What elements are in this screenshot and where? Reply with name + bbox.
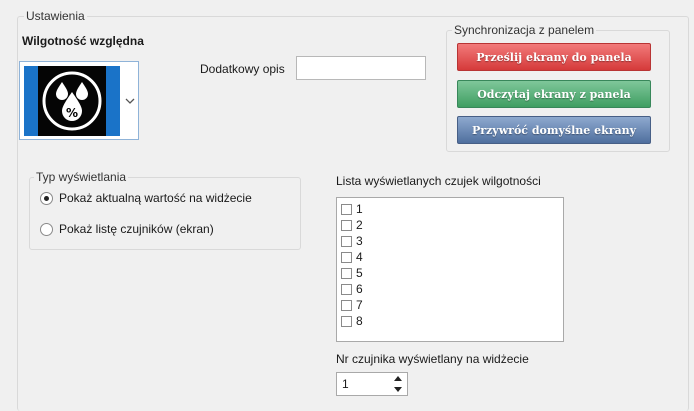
radio-label: Pokaż listę czujników (ekran) [59, 222, 214, 236]
sensor-list-label: Lista wyświetlanych czujek wilgotności [336, 174, 541, 188]
checkbox[interactable] [341, 299, 352, 311]
arrow-down-icon[interactable] [394, 387, 402, 392]
send-screens-button[interactable]: Prześlij ekrany do panela [457, 43, 651, 71]
read-screens-button[interactable]: Odczytaj ekrany z panela [457, 80, 651, 108]
icon-selector[interactable]: % [19, 61, 139, 140]
radio-button[interactable] [40, 222, 53, 236]
checkbox[interactable] [341, 219, 352, 231]
list-item[interactable]: 6 [341, 281, 559, 297]
sync-legend: Synchronizacja z panelem [452, 23, 597, 37]
radio-label: Pokaż aktualną wartość na widżecie [59, 191, 252, 205]
checkbox[interactable] [341, 267, 352, 279]
extra-description-label: Dodatkowy opis [200, 62, 285, 76]
checkbox[interactable] [341, 203, 352, 215]
checkbox[interactable] [341, 283, 352, 295]
stepper-value: 1 [342, 377, 349, 391]
radio-show-sensor-list[interactable]: Pokaż listę czujników (ekran) [40, 222, 214, 236]
list-item[interactable]: 7 [341, 297, 559, 313]
display-type-legend: Typ wyświetlania [34, 170, 129, 184]
extra-description-input[interactable] [296, 56, 426, 80]
list-item[interactable]: 5 [341, 265, 559, 281]
page-title: Wilgotność względna [22, 34, 144, 48]
checkbox[interactable] [341, 235, 352, 247]
radio-show-current-value[interactable]: Pokaż aktualną wartość na widżecie [40, 191, 252, 205]
icon-preview: % [24, 66, 120, 136]
radio-button[interactable] [40, 191, 53, 205]
checkbox[interactable] [341, 315, 352, 327]
sensor-list[interactable]: 1 2 3 4 5 6 7 8 [336, 197, 564, 342]
settings-legend: Ustawienia [24, 9, 87, 23]
list-item[interactable]: 4 [341, 249, 559, 265]
restore-default-screens-button[interactable]: Przywróć domyślne ekrany [457, 116, 651, 144]
checkbox[interactable] [341, 251, 352, 263]
stepper-arrows[interactable] [393, 376, 403, 392]
svg-text:%: % [66, 106, 78, 120]
widget-sensor-stepper[interactable]: 1 [336, 372, 408, 396]
arrow-up-icon[interactable] [394, 376, 402, 381]
list-item[interactable]: 1 [341, 201, 559, 217]
humidity-percent-icon: % [42, 71, 102, 131]
display-type-group: Typ wyświetlania [29, 170, 301, 250]
list-item[interactable]: 3 [341, 233, 559, 249]
humidity-settings-panel: Ustawienia Wilgotność względna % Dodatko… [0, 0, 694, 411]
list-item[interactable]: 2 [341, 217, 559, 233]
widget-sensor-label: Nr czujnika wyświetlany na widżecie [336, 352, 529, 366]
chevron-down-icon[interactable] [124, 95, 136, 107]
list-item[interactable]: 8 [341, 313, 559, 329]
